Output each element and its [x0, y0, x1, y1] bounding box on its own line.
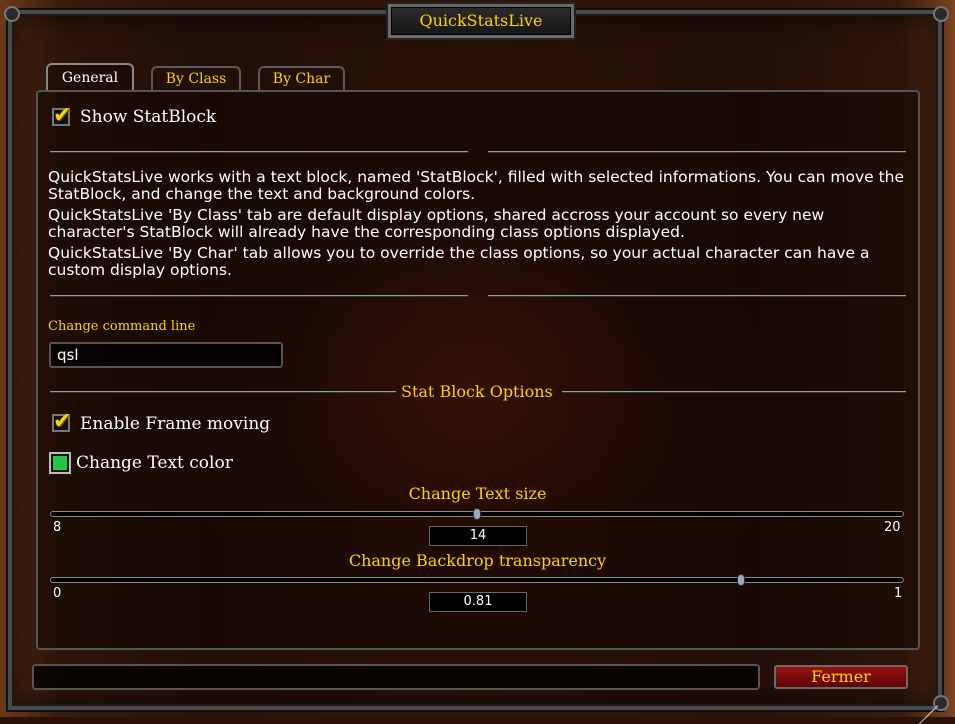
checkmark-icon: ✔: [53, 103, 72, 128]
tab-general[interactable]: General: [46, 63, 134, 91]
text-size-value[interactable]: 14: [429, 526, 527, 546]
backdrop-transparency-label: Change Backdrop transparency: [348, 551, 607, 570]
divider: [562, 391, 906, 392]
description-paragraph: QuickStatsLive 'By Char' tab allows you …: [48, 244, 870, 279]
divider: [50, 151, 468, 152]
enable-frame-moving-label: Enable Frame moving: [80, 414, 271, 434]
text-size-label: Change Text size: [408, 484, 547, 503]
command-line-input[interactable]: qsl: [49, 342, 283, 368]
tab-by-class[interactable]: By Class: [151, 66, 241, 90]
backdrop-min: 0: [53, 586, 62, 601]
color-swatch-fill: [53, 456, 67, 470]
text-size-max: 20: [884, 520, 901, 535]
backdrop-transparency-slider[interactable]: [50, 574, 904, 586]
resize-grip-icon[interactable]: [916, 684, 938, 724]
window-title[interactable]: QuickStatsLive: [388, 4, 574, 38]
text-size-min: 8: [53, 520, 62, 535]
change-text-color-label: Change Text color: [76, 453, 233, 473]
status-bar: [32, 664, 760, 690]
tab-by-char[interactable]: By Char: [258, 66, 345, 90]
command-line-label: Change command line: [48, 319, 196, 334]
divider: [488, 151, 906, 152]
backdrop-value[interactable]: 0.81: [429, 592, 527, 612]
section-title: Stat Block Options: [401, 382, 553, 401]
backdrop-slider-thumb[interactable]: [736, 572, 746, 588]
text-color-swatch[interactable]: [49, 452, 71, 474]
backdrop-max: 1: [894, 586, 903, 601]
divider: [488, 295, 906, 296]
text-size-slider[interactable]: [50, 508, 904, 520]
enable-frame-moving-checkbox[interactable]: ✔: [52, 409, 71, 434]
description-paragraph: QuickStatsLive works with a text block, …: [48, 168, 905, 203]
text-size-slider-thumb[interactable]: [472, 506, 482, 522]
show-statblock-checkbox[interactable]: ✔: [52, 103, 71, 128]
frame-corner-stud: [933, 6, 949, 22]
show-statblock-label: Show StatBlock: [80, 107, 217, 127]
description-text: QuickStatsLive works with a text block, …: [48, 169, 908, 283]
frame-corner-stud: [4, 6, 20, 22]
close-button[interactable]: Fermer: [774, 665, 908, 689]
checkmark-icon: ✔: [53, 409, 72, 434]
divider: [50, 295, 468, 296]
divider: [50, 391, 396, 392]
description-paragraph: QuickStatsLive 'By Class' tab are defaul…: [48, 206, 825, 241]
